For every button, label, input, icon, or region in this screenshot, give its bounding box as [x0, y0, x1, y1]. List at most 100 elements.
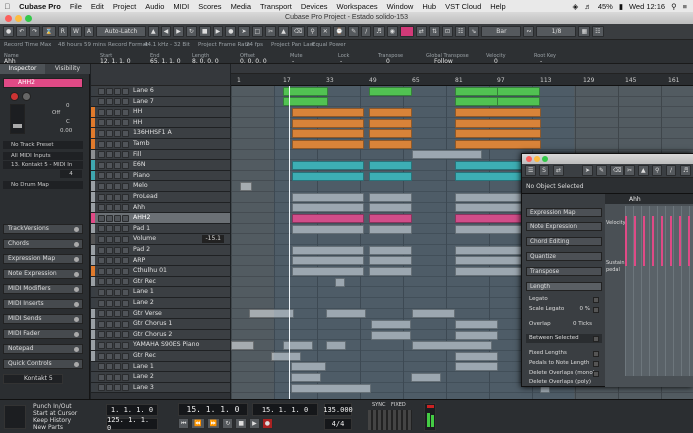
- tab-visibility[interactable]: Visibility: [45, 64, 90, 74]
- section-midi-inserts[interactable]: MIDI Inserts: [3, 299, 83, 309]
- wifi-icon[interactable]: ◈: [573, 2, 579, 11]
- track-mute-button[interactable]: [106, 182, 113, 190]
- track-mute-button[interactable]: [106, 288, 113, 296]
- track-solo-button[interactable]: [114, 235, 121, 243]
- new-parts-label[interactable]: New Parts: [33, 424, 63, 431]
- menu-devices[interactable]: Devices: [296, 2, 332, 11]
- menu-vst-cloud[interactable]: VST Cloud: [441, 2, 486, 11]
- length-scale-legato[interactable]: Scale Legato 0 %: [526, 305, 602, 314]
- track-row-hh-3[interactable]: HH: [91, 117, 230, 129]
- menu-file[interactable]: File: [65, 2, 86, 11]
- track-record-button[interactable]: [122, 98, 129, 106]
- track-edit-button[interactable]: [98, 267, 105, 275]
- menu-hub[interactable]: Hub: [418, 2, 441, 11]
- apple-icon[interactable]: : [0, 2, 15, 11]
- track-row-pad-1-13[interactable]: Pad 1: [91, 223, 230, 235]
- track-solo-button[interactable]: [114, 288, 121, 296]
- iterative-quantize-button[interactable]: ▦: [578, 26, 591, 37]
- signature-display[interactable]: 4/4: [324, 418, 352, 430]
- menu-transport[interactable]: Transport: [256, 2, 297, 11]
- secondary-time-display[interactable]: 15. 1. 1. 0: [252, 403, 318, 416]
- menu-media[interactable]: Media: [226, 2, 255, 11]
- track-solo-button[interactable]: [114, 310, 121, 318]
- track-record-button[interactable]: [122, 363, 129, 371]
- track-record-button[interactable]: [122, 193, 129, 201]
- editor-solo-button[interactable]: S: [539, 165, 549, 176]
- track-row-136hhsf1-a-4[interactable]: 136HHSF1 A: [91, 128, 230, 139]
- delay-value[interactable]: 0.00: [60, 127, 82, 135]
- editor-glue-tool[interactable]: ▲: [638, 165, 649, 176]
- track-solo-button[interactable]: [114, 278, 121, 286]
- track-edit-button[interactable]: [98, 288, 105, 296]
- track-row-gtr-rec-25[interactable]: Gtr Rec: [91, 351, 230, 362]
- editor-section-note-expression[interactable]: Note Expression: [526, 222, 602, 231]
- track-solo-button[interactable]: [114, 172, 121, 180]
- track-record-button[interactable]: [122, 257, 129, 265]
- track-row-lane-6-0[interactable]: Lane 6: [91, 86, 230, 97]
- track-mute-button[interactable]: [106, 299, 113, 307]
- editor-section-quantize[interactable]: Quantize: [526, 252, 602, 261]
- track-solo-button[interactable]: [114, 352, 121, 360]
- erase-tool[interactable]: ⌫: [290, 26, 306, 37]
- track-solo-button[interactable]: [114, 299, 121, 307]
- track-row-lane-7-1[interactable]: Lane 7: [91, 96, 230, 108]
- length-delete-overlaps-mono[interactable]: Delete Overlaps (mono): [526, 369, 602, 378]
- quantize-preset-select[interactable]: 1/8: [536, 26, 577, 37]
- track-solo-button[interactable]: [114, 140, 121, 148]
- section-notepad[interactable]: Notepad: [3, 344, 83, 354]
- length-pedals-to-note[interactable]: Pedals to Note Length: [526, 359, 602, 368]
- track-edit-button[interactable]: [98, 373, 105, 381]
- record-format-value[interactable]: 44.1 kHz - 32 Bit: [144, 42, 190, 48]
- track-solo-button[interactable]: [114, 225, 121, 233]
- stop-button[interactable]: ■: [198, 26, 211, 37]
- color-swatch[interactable]: [399, 26, 414, 37]
- track-solo-button[interactable]: [114, 257, 121, 265]
- track-row-ahh-11[interactable]: Ahh: [91, 202, 230, 214]
- volume-icon[interactable]: ♬: [584, 2, 592, 11]
- track-mute-button[interactable]: [106, 225, 113, 233]
- editor-play-tool[interactable]: ♬: [680, 165, 692, 176]
- track-mute-button[interactable]: [106, 320, 113, 328]
- snap-to-zero-button[interactable]: ⇘: [468, 26, 480, 37]
- track-row-gtr-verse-21[interactable]: Gtr Verse: [91, 308, 230, 320]
- track-record-button[interactable]: [122, 225, 129, 233]
- range-tool[interactable]: □: [251, 26, 264, 37]
- track-row-lane-2-27[interactable]: Lane 2: [91, 372, 230, 383]
- rewind-to-start-button[interactable]: ⏮: [178, 418, 190, 429]
- track-mute-button[interactable]: [106, 310, 113, 318]
- track-record-button[interactable]: [122, 161, 129, 169]
- track-edit-button[interactable]: [98, 235, 105, 243]
- track-edit-button[interactable]: [98, 108, 105, 116]
- stop-transport-button[interactable]: ■: [235, 418, 248, 429]
- track-row-volume-14[interactable]: Volume -15.1: [91, 234, 230, 245]
- keep-history-label[interactable]: Keep History: [33, 417, 71, 424]
- track-record-button[interactable]: [122, 320, 129, 328]
- track-edit-button[interactable]: [98, 225, 105, 233]
- left-locator-display[interactable]: 1. 1. 1. 0: [106, 404, 158, 416]
- track-edit-button[interactable]: [98, 352, 105, 360]
- track-mute-button[interactable]: [106, 151, 113, 159]
- frame-rate-value[interactable]: 24 fps: [246, 42, 263, 48]
- section-midi-modifiers[interactable]: MIDI Modifiers: [3, 284, 83, 294]
- track-solo-button[interactable]: [114, 320, 121, 328]
- instrument-section[interactable]: Kontakt 5: [3, 374, 63, 384]
- track-mute-button[interactable]: [106, 267, 113, 275]
- track-row-gtr-rec-18[interactable]: Gtr Rec: [91, 276, 230, 288]
- track-solo-button[interactable]: [114, 129, 121, 137]
- tempo-display[interactable]: 135.000: [323, 403, 353, 416]
- track-solo-button[interactable]: [114, 108, 121, 116]
- track-record-button[interactable]: [122, 310, 129, 318]
- track-solo-button[interactable]: [114, 119, 121, 127]
- minimize-window-button[interactable]: [15, 15, 22, 22]
- editor-erase-tool[interactable]: ⌫: [610, 165, 625, 176]
- track-row-melo-9[interactable]: Melo: [91, 181, 230, 192]
- pan-law-value[interactable]: Equal Power: [312, 42, 346, 48]
- track-solo-button[interactable]: [114, 161, 121, 169]
- sync-label[interactable]: SYNC: [372, 402, 385, 408]
- automation-mode-select[interactable]: Auto-Latch: [96, 26, 147, 37]
- punch-in-out-label[interactable]: Punch In/Out: [33, 403, 72, 410]
- track-edit-button[interactable]: [98, 214, 105, 222]
- volume-fader[interactable]: [10, 104, 25, 134]
- track-mute-button[interactable]: [106, 214, 113, 222]
- track-solo-button[interactable]: [114, 204, 121, 212]
